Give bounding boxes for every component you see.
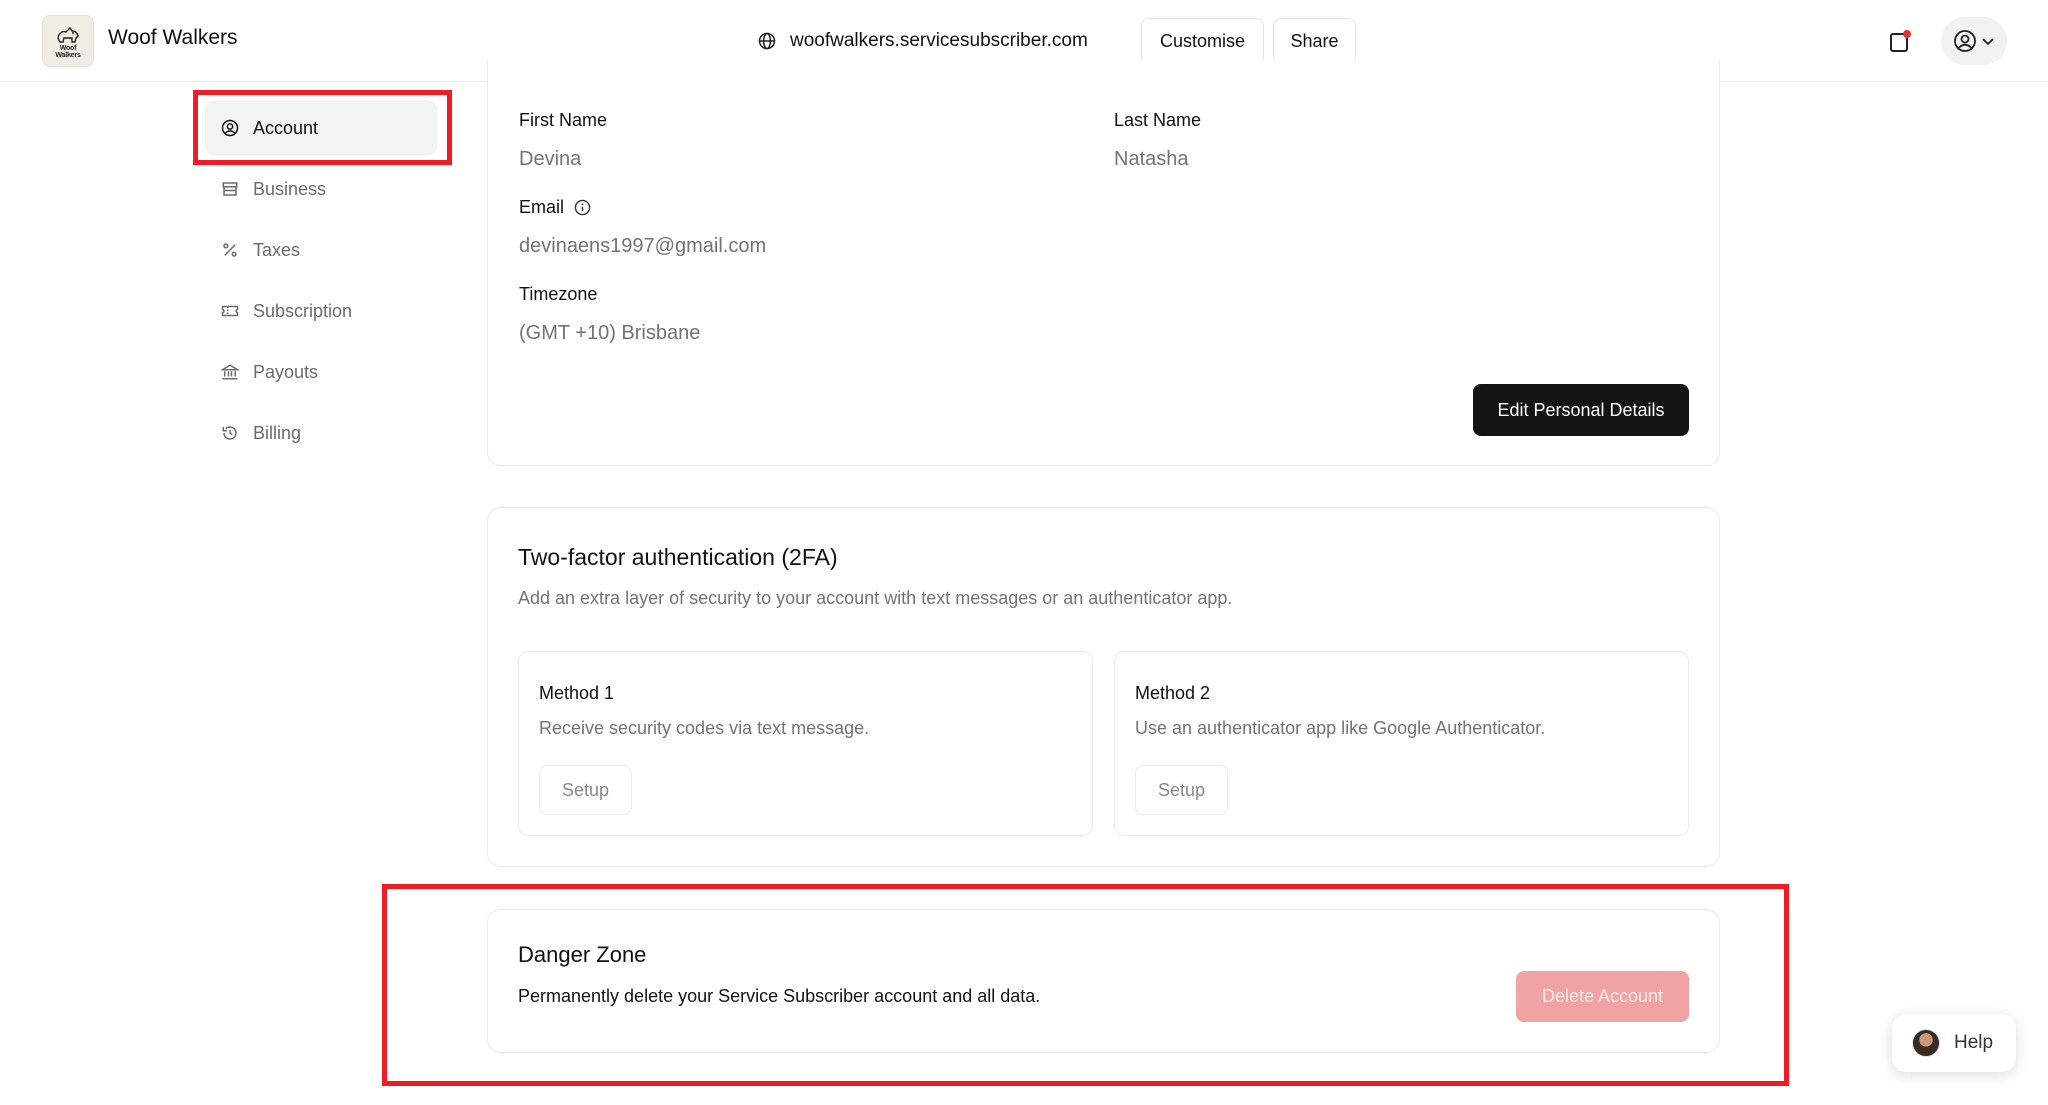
support-avatar xyxy=(1912,1029,1940,1057)
sidebar-item-label: Taxes xyxy=(253,239,301,260)
domain-text: woofwalkers.servicesubscriber.com xyxy=(790,30,1088,51)
notification-icon xyxy=(1890,30,1911,52)
danger-zone-card: Danger Zone Permanently delete your Serv… xyxy=(487,909,1720,1053)
user-menu-button[interactable] xyxy=(1941,17,2007,65)
site-domain-link[interactable]: woofwalkers.servicesubscriber.com xyxy=(758,24,1088,58)
sidebar-item-business[interactable]: Business xyxy=(205,161,437,217)
first-name-value: Devina xyxy=(519,148,582,170)
two-factor-card: Two-factor authentication (2FA) Add an e… xyxy=(487,507,1720,867)
brand-logo[interactable]: Woof Walkers xyxy=(42,15,94,67)
email-value: devinaens1997@gmail.com xyxy=(519,235,767,257)
method-title: Method 2 xyxy=(1135,683,1211,703)
sidebar-item-subscription[interactable]: Subscription xyxy=(205,283,437,339)
personal-details-card: First Name Devina Last Name Natasha Emai… xyxy=(487,60,1720,466)
globe-icon xyxy=(758,32,776,50)
share-button[interactable]: Share xyxy=(1273,18,1356,64)
sidebar-item-account[interactable]: Account xyxy=(205,100,437,156)
danger-zone-title: Danger Zone xyxy=(518,942,647,967)
first-name-label: First Name xyxy=(519,110,608,130)
user-circle-icon xyxy=(1954,30,1976,52)
customise-button[interactable]: Customise xyxy=(1141,18,1264,64)
method-card: Method 2 Use an authenticator app like G… xyxy=(1114,651,1689,836)
method-description: Use an authenticator app like Google Aut… xyxy=(1135,718,1546,738)
delete-account-button[interactable]: Delete Account xyxy=(1516,971,1689,1022)
logo-text: Woof Walkers xyxy=(55,44,81,59)
brand-name[interactable]: Woof Walkers xyxy=(108,26,238,50)
danger-zone-description: Permanently delete your Service Subscrib… xyxy=(518,986,1041,1006)
notifications-button[interactable] xyxy=(1886,28,1914,56)
bank-icon xyxy=(221,364,239,380)
sidebar-item-billing[interactable]: Billing xyxy=(205,405,437,461)
dog-logo-icon xyxy=(57,26,79,43)
setup-authenticator-button[interactable]: Setup xyxy=(1135,765,1228,815)
setup-sms-button[interactable]: Setup xyxy=(539,765,632,815)
sidebar-item-label: Subscription xyxy=(253,300,353,321)
user-circle-icon xyxy=(221,119,239,137)
sidebar-item-label: Billing xyxy=(253,422,302,443)
last-name-value: Natasha xyxy=(1114,148,1189,170)
timezone-value: (GMT +10) Brisbane xyxy=(519,322,701,344)
sidebar-item-taxes[interactable]: Taxes xyxy=(205,222,437,278)
method-title: Method 1 xyxy=(539,683,615,703)
sidebar-item-payouts[interactable]: Payouts xyxy=(205,344,437,400)
last-name-label: Last Name xyxy=(1114,110,1202,130)
two-factor-description: Add an extra layer of security to your a… xyxy=(518,588,1233,608)
notification-dot xyxy=(1903,30,1911,38)
store-icon xyxy=(222,182,238,196)
chevron-down-icon xyxy=(1982,38,1994,46)
info-icon[interactable] xyxy=(574,199,591,216)
sidebar-item-label: Business xyxy=(253,178,327,199)
edit-personal-details-button[interactable]: Edit Personal Details xyxy=(1473,384,1689,436)
history-icon xyxy=(222,426,237,440)
sidebar-item-label: Account xyxy=(253,117,319,138)
timezone-label: Timezone xyxy=(519,284,598,304)
method-description: Receive security codes via text message. xyxy=(539,718,870,738)
help-label: Help xyxy=(1954,1032,1994,1053)
email-label: Email xyxy=(519,197,591,218)
percent-icon xyxy=(223,243,237,257)
sidebar-item-label: Payouts xyxy=(253,361,319,382)
method-card: Method 1 Receive security codes via text… xyxy=(518,651,1093,836)
ticket-icon xyxy=(221,305,239,317)
two-factor-title: Two-factor authentication (2FA) xyxy=(518,544,838,570)
help-button[interactable]: Help xyxy=(1892,1014,2016,1072)
